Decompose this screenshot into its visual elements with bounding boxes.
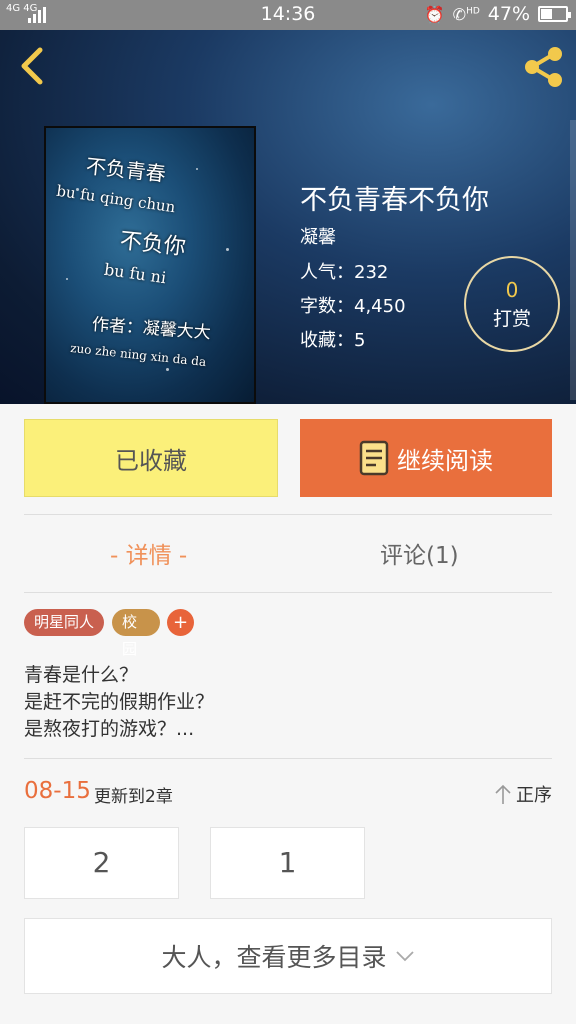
arrow-up-icon xyxy=(495,784,511,804)
cover-author-line: 作者：凝馨大大 xyxy=(91,314,212,344)
cover-pinyin-line: bu fu qing chun xyxy=(55,181,177,217)
tip-label: 打赏 xyxy=(492,308,531,330)
add-tag-button[interactable]: + xyxy=(167,609,194,636)
continue-reading-button[interactable]: 继续阅读 xyxy=(300,419,552,497)
alarm-icon: ⏰ xyxy=(424,4,445,24)
more-catalog-label: 大人，查看更多目录 xyxy=(161,943,387,972)
battery-icon xyxy=(538,6,571,22)
update-text: 更新到2章 xyxy=(94,787,173,807)
call-icon: ✆HD xyxy=(452,4,480,24)
tag-chip[interactable]: 校园 xyxy=(112,609,160,658)
popularity-stat: 人气：232 xyxy=(300,262,389,283)
tag-chip[interactable]: 明星同人 xyxy=(24,609,104,636)
cover-title-line: 不负你 xyxy=(118,228,187,261)
chapter-item[interactable]: 1 xyxy=(210,827,365,899)
hd-label: HD xyxy=(466,6,480,17)
status-bar: 4G 4G 14:36 ⏰ ✆HD 47% xyxy=(0,0,576,30)
chevron-down-icon xyxy=(395,951,414,962)
favorites-stat: 收藏：5 xyxy=(300,330,366,351)
tab-details[interactable]: - 详情 - xyxy=(110,536,187,570)
book-cover[interactable]: 不负青春 bu fu qing chun 不负你 bu fu ni 作者：凝馨大… xyxy=(44,126,256,404)
share-icon xyxy=(525,47,562,87)
description-line: 青春是什么？ xyxy=(24,664,139,686)
divider xyxy=(24,758,552,759)
divider xyxy=(24,592,552,593)
book-author[interactable]: 凝馨 xyxy=(300,223,336,249)
book-header: 不负青春 bu fu qing chun 不负你 bu fu ni 作者：凝馨大… xyxy=(0,30,576,404)
share-button[interactable] xyxy=(520,44,566,90)
book-description[interactable]: 青春是什么？ 是赶不完的假期作业？ 是熬夜打的游戏？... xyxy=(24,662,214,743)
sort-button[interactable]: 正序 xyxy=(494,781,552,807)
word-count-stat: 字数：4,450 xyxy=(300,296,406,317)
battery-percent: 47% xyxy=(487,3,530,25)
sort-label: 正序 xyxy=(516,785,552,806)
chevron-left-icon xyxy=(21,47,43,85)
update-date: 08-15 xyxy=(24,778,91,804)
cover-title-line: 不负青春 xyxy=(84,153,167,187)
cover-author-pinyin: zuo zhe ning xin da da xyxy=(69,340,207,370)
tip-button[interactable]: 0 打赏 xyxy=(464,256,560,352)
back-button[interactable] xyxy=(14,44,50,88)
book-title: 不负青春不负你 xyxy=(300,185,489,216)
description-line: 是赶不完的假期作业？ xyxy=(24,691,215,713)
chapter-item[interactable]: 2 xyxy=(24,827,179,899)
more-catalog-button[interactable]: 大人，查看更多目录 xyxy=(24,918,552,994)
cover-pinyin-line: bu fu ni xyxy=(102,259,168,288)
description-line: 是熬夜打的游戏？... xyxy=(24,718,195,740)
book-icon xyxy=(359,440,389,476)
divider xyxy=(24,514,552,515)
scrollbar[interactable] xyxy=(570,120,576,400)
tab-comments[interactable]: 评论(1) xyxy=(380,536,459,570)
continue-reading-label: 继续阅读 xyxy=(397,446,493,475)
tip-count: 0 xyxy=(505,278,519,302)
collected-button[interactable]: 已收藏 xyxy=(24,419,278,497)
collected-label: 已收藏 xyxy=(115,446,187,475)
